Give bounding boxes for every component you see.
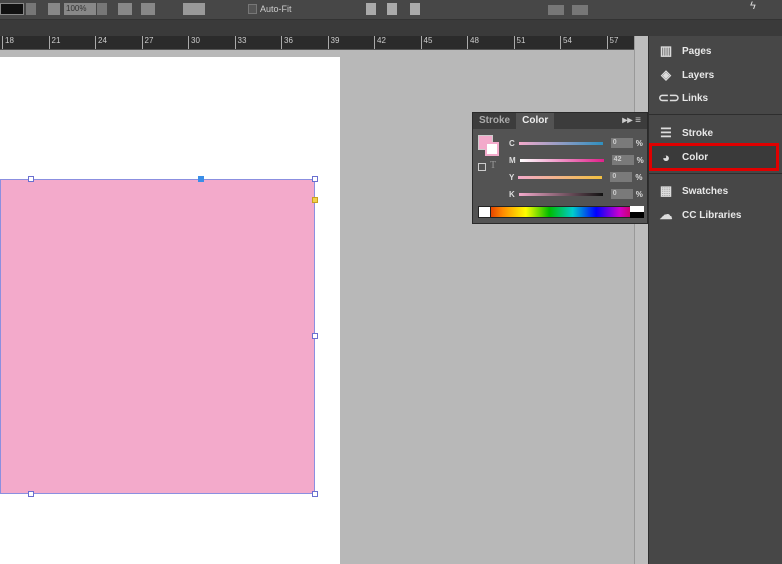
frame-fit-icon[interactable]	[572, 5, 588, 15]
dock-item-pages[interactable]: ▥ Pages	[649, 40, 782, 62]
ruler-tick: 42	[374, 36, 386, 49]
selection-handle[interactable]	[312, 491, 318, 497]
autofit-checkbox[interactable]	[248, 4, 257, 14]
wrap-icon[interactable]	[548, 5, 564, 15]
play-icon[interactable]	[97, 3, 107, 15]
tab-color[interactable]: Color	[516, 113, 555, 129]
ruler-tick: 48	[467, 36, 479, 49]
panel-dock: ▥ Pages ◈ Layers ⊂⊃ Links ☰ Stroke ◕ Color ▦ Swatch…	[648, 36, 782, 564]
dock-divider	[649, 173, 782, 174]
dock-item-label: Links	[682, 92, 709, 104]
dock-item-swatches[interactable]: ▦ Swatches	[649, 180, 782, 202]
percent-label: %	[635, 172, 643, 182]
color-panel: Stroke Color ▸▸ ≡ T C 0 % M 42 % Y 0 % K 0 …	[472, 112, 648, 224]
dock-item-label: Swatches	[682, 185, 729, 197]
selection-handle[interactable]	[198, 176, 204, 182]
fit-frame-icon[interactable]	[118, 3, 132, 15]
channel-slider[interactable]	[519, 158, 604, 162]
channel-label: Y	[509, 172, 515, 182]
cc-libraries-icon: ☁	[659, 207, 673, 222]
autofit-label: Auto-Fit	[260, 4, 292, 14]
pages-icon: ▥	[659, 43, 673, 58]
lightning-icon[interactable]: ϟ	[750, 0, 756, 12]
dock-divider	[649, 114, 782, 115]
ruler-tick: 27	[141, 36, 153, 49]
percent-label: %	[635, 138, 643, 148]
opacity-icon	[48, 3, 60, 15]
align-bottom-icon[interactable]	[410, 3, 420, 15]
channel-label: K	[509, 189, 515, 199]
control-toolbar: 100% Auto-Fit ϟ	[0, 0, 782, 20]
selection-handle[interactable]	[312, 176, 318, 182]
ruler-tick: 33	[234, 36, 246, 49]
links-icon: ⊂⊃	[658, 90, 680, 105]
live-corner-handle[interactable]	[312, 197, 318, 203]
selected-rectangle[interactable]	[0, 179, 315, 494]
channel-label: C	[509, 138, 515, 148]
channel-row-y: Y 0 %	[509, 171, 642, 183]
stroke-icon: ☰	[660, 125, 672, 140]
zoom-field[interactable]: 100%	[64, 3, 96, 15]
stroke-weight-field[interactable]	[0, 3, 24, 15]
percent-label: %	[635, 189, 643, 199]
black-swatch[interactable]	[630, 212, 644, 218]
chevron-down-icon[interactable]	[26, 3, 36, 15]
dock-item-label: Pages	[682, 45, 712, 57]
horizontal-ruler[interactable]: 18 21 24 27 30 33 36 39 42 45 48 51 54 57	[0, 36, 634, 50]
ruler-tick: 45	[420, 36, 432, 49]
ruler-tick: 57	[606, 36, 618, 49]
ruler-tick: 21	[48, 36, 60, 49]
corner-option-button[interactable]	[183, 3, 205, 15]
ruler-tick: 24	[95, 36, 107, 49]
swatches-icon: ▦	[659, 183, 673, 198]
channel-row-m: M 42 %	[509, 154, 644, 166]
dock-item-label: Layers	[682, 69, 715, 81]
stroke-swatch[interactable]	[485, 142, 499, 156]
color-ramp[interactable]	[478, 206, 644, 218]
align-center-icon[interactable]	[387, 3, 397, 15]
dock-item-links[interactable]: ⊂⊃ Links	[649, 87, 782, 109]
formatting-text-icon[interactable]: T	[490, 160, 496, 171]
selection-handle[interactable]	[28, 176, 34, 182]
ruler-tick: 36	[281, 36, 293, 49]
dock-item-stroke[interactable]: ☰ Stroke	[649, 122, 782, 144]
percent-label: %	[636, 155, 644, 165]
panel-header-band	[0, 20, 782, 36]
channel-row-k: K 0 %	[509, 188, 643, 200]
dock-item-cc-libraries[interactable]: ☁ CC Libraries	[649, 204, 782, 226]
channel-value-field[interactable]: 0	[610, 138, 633, 148]
none-swatch[interactable]	[478, 206, 491, 218]
ruler-tick: 18	[2, 36, 14, 49]
dock-item-label: CC Libraries	[682, 209, 742, 221]
palette-icon: ◕	[662, 149, 670, 165]
dock-item-label: Stroke	[682, 127, 714, 139]
channel-value-field[interactable]: 0	[610, 172, 633, 182]
ruler-tick: 30	[188, 36, 200, 49]
selection-handle[interactable]	[28, 491, 34, 497]
channel-row-c: C 0 %	[509, 137, 643, 149]
fit-content-icon[interactable]	[141, 3, 155, 15]
tab-stroke[interactable]: Stroke	[473, 113, 516, 129]
ruler-tick: 39	[327, 36, 339, 49]
dock-item-layers[interactable]: ◈ Layers	[649, 64, 782, 86]
ruler-tick: 54	[560, 36, 572, 49]
channel-slider[interactable]	[518, 192, 603, 196]
channel-slider[interactable]	[518, 175, 603, 179]
layers-icon: ◈	[661, 67, 671, 82]
channel-label: M	[509, 155, 516, 165]
panel-menu-icon[interactable]: ▸▸ ≡	[616, 113, 647, 129]
align-top-icon[interactable]	[366, 3, 376, 15]
channel-value-field[interactable]: 42	[611, 155, 634, 165]
dock-item-color[interactable]: ◕ Color	[649, 143, 779, 171]
dock-item-label: Color	[682, 151, 709, 163]
ruler-tick: 51	[513, 36, 525, 49]
channel-slider[interactable]	[518, 141, 603, 145]
selection-handle[interactable]	[312, 333, 318, 339]
formatting-container-icon[interactable]	[478, 163, 486, 171]
channel-value-field[interactable]: 0	[610, 189, 633, 199]
